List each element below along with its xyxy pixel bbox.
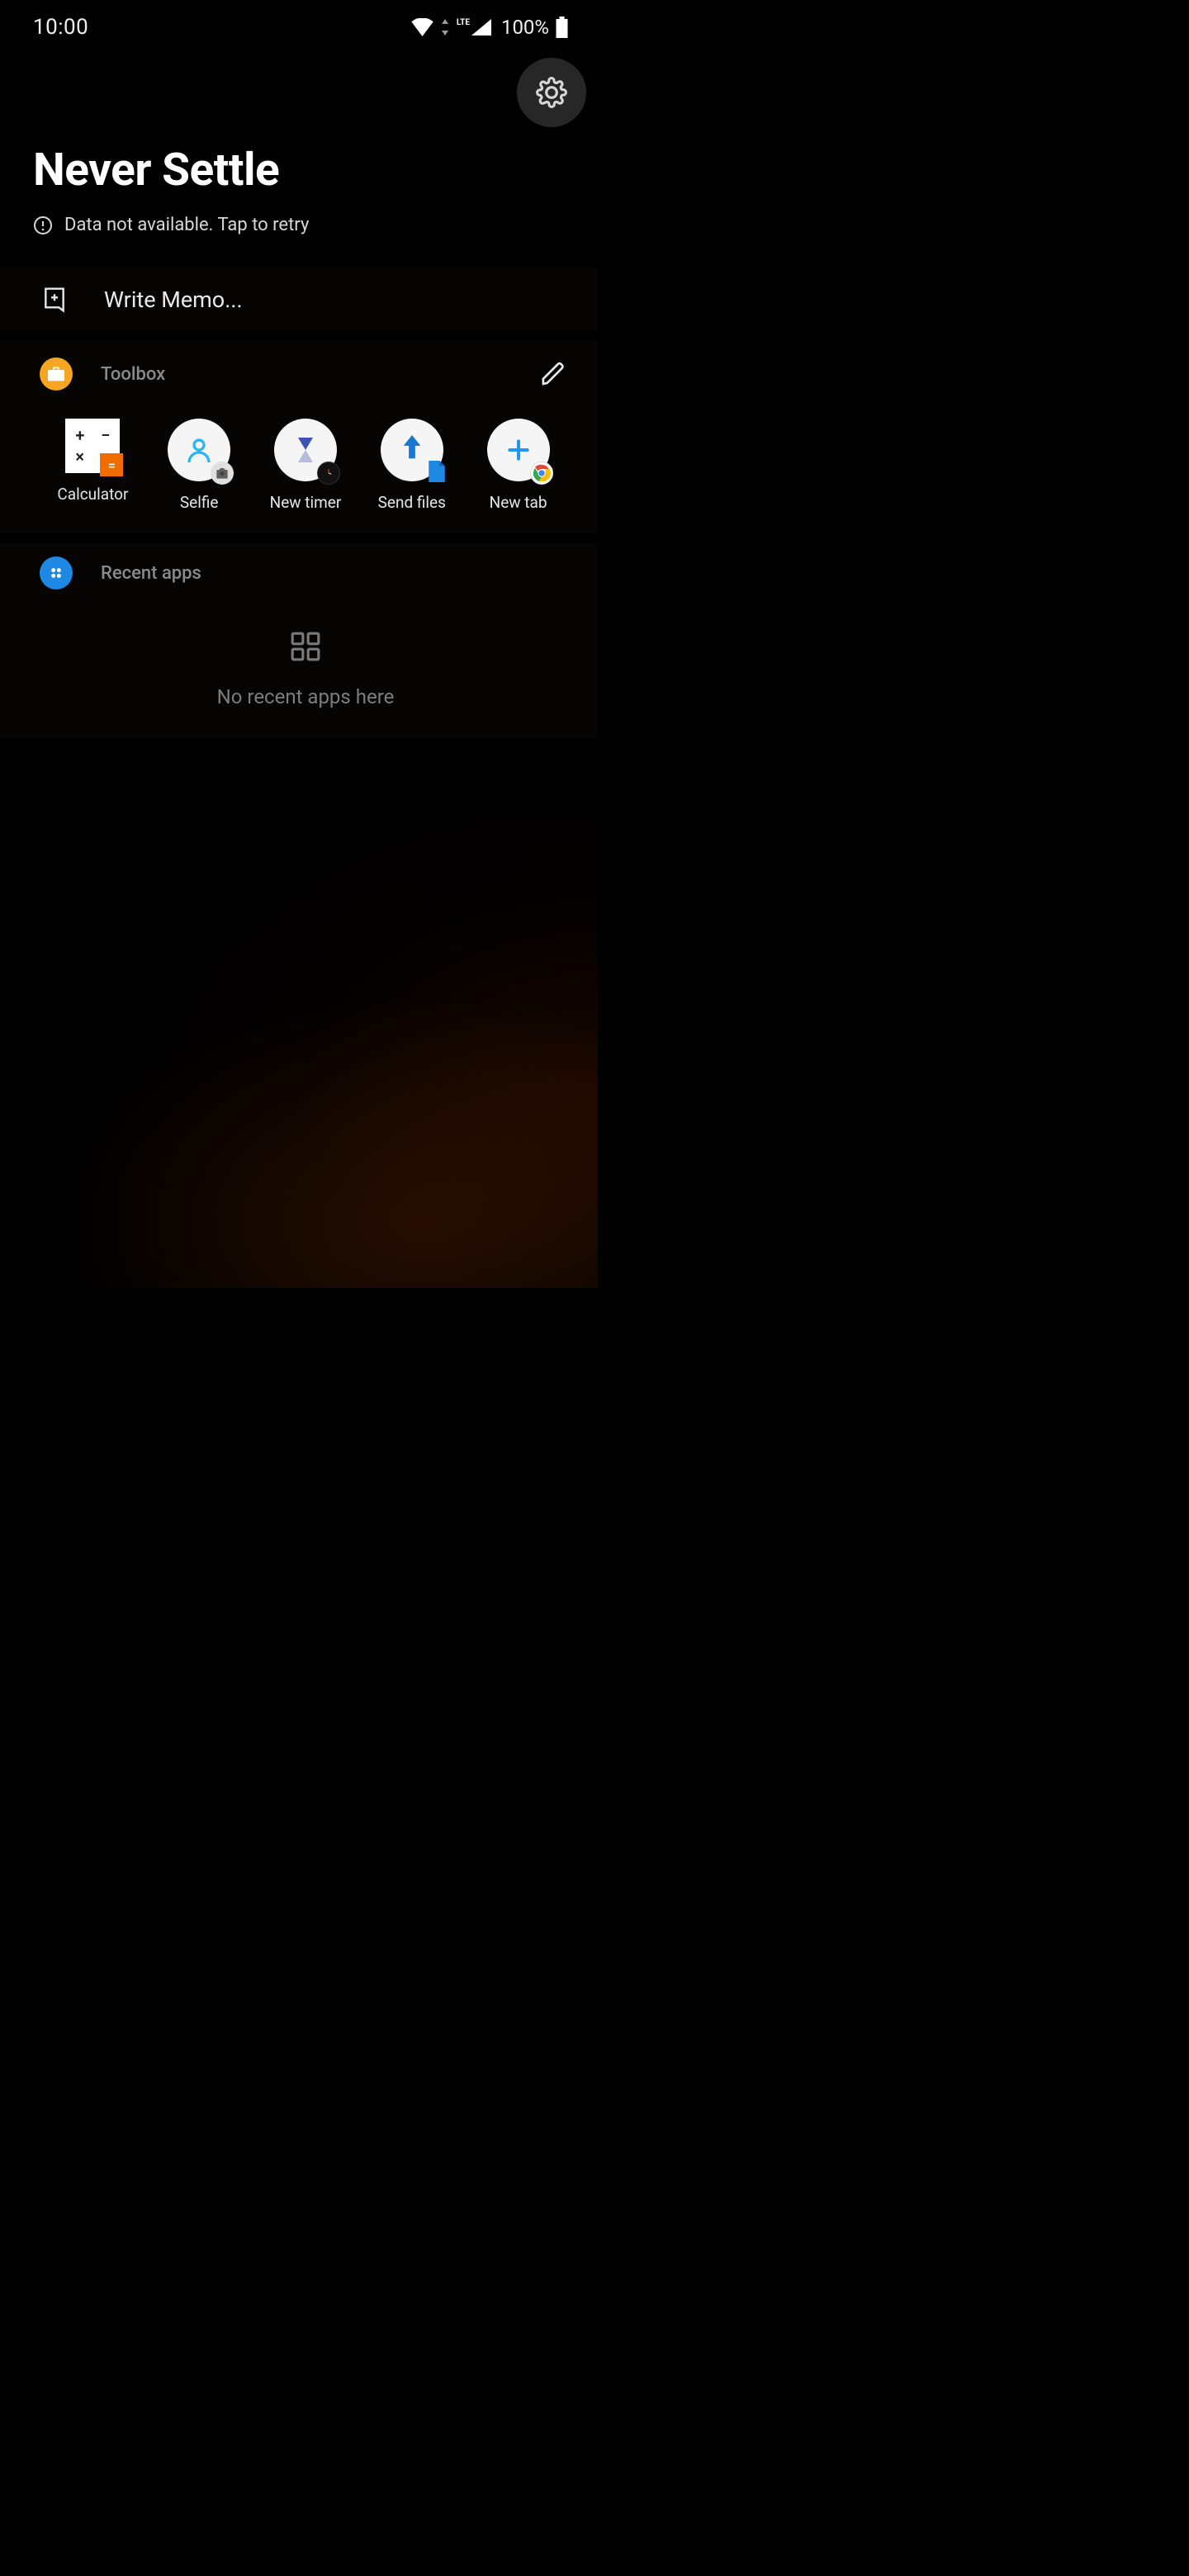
settings-button[interactable] bbox=[517, 58, 586, 127]
toolbox-item-new-tab[interactable]: New tab bbox=[465, 419, 571, 512]
status-icons: LTE 100% bbox=[411, 16, 568, 39]
calculator-icon: +−× bbox=[65, 419, 120, 473]
cellular-icon bbox=[471, 19, 491, 36]
retry-banner[interactable]: Data not available. Tap to retry bbox=[33, 215, 565, 235]
toolbox-title: Toolbox bbox=[101, 364, 165, 385]
clock-badge-icon bbox=[322, 466, 335, 480]
apps-grid-icon bbox=[290, 631, 321, 662]
recent-apps-card: Recent apps No recent apps here bbox=[0, 543, 598, 738]
recent-apps-badge-icon bbox=[40, 556, 73, 590]
recent-apps-empty-text: No recent apps here bbox=[217, 685, 395, 708]
timer-icon bbox=[274, 419, 337, 481]
status-time: 10:00 bbox=[33, 15, 88, 40]
pencil-icon bbox=[540, 361, 566, 387]
toolbox-item-send-files[interactable]: Send files bbox=[358, 419, 465, 512]
toolbox-item-calculator[interactable]: +−× Calculator bbox=[40, 419, 146, 512]
data-arrows-icon bbox=[440, 19, 450, 36]
file-badge-icon bbox=[429, 461, 445, 482]
memo-icon bbox=[41, 286, 68, 313]
new-tab-icon bbox=[487, 419, 550, 481]
toolbox-item-label: New timer bbox=[270, 493, 342, 512]
toolbox-item-label: Send files bbox=[378, 493, 446, 512]
edit-toolbox-button[interactable] bbox=[535, 356, 571, 392]
chrome-badge-icon bbox=[533, 464, 551, 482]
toolbox-card: Toolbox +−× Calculator Selfie bbox=[0, 341, 598, 533]
recent-apps-title: Recent apps bbox=[101, 563, 201, 584]
toolbox-item-label: Selfie bbox=[180, 493, 219, 512]
status-bar: 10:00 LTE 100% bbox=[0, 0, 598, 48]
gear-icon bbox=[536, 77, 567, 108]
toolbox-items: +−× Calculator Selfie New timer bbox=[40, 419, 571, 512]
page-title: Never Settle bbox=[33, 144, 565, 197]
battery-icon bbox=[556, 17, 568, 38]
recent-apps-empty: No recent apps here bbox=[40, 631, 571, 708]
selfie-icon bbox=[168, 419, 230, 481]
send-files-icon bbox=[381, 419, 443, 481]
toolbox-item-new-timer[interactable]: New timer bbox=[253, 419, 359, 512]
memo-placeholder: Write Memo... bbox=[104, 286, 243, 313]
toolbox-header: Toolbox bbox=[40, 356, 571, 392]
shelf-header: Never Settle Data not available. Tap to … bbox=[0, 48, 598, 258]
toolbox-item-label: Calculator bbox=[57, 485, 128, 504]
retry-text: Data not available. Tap to retry bbox=[64, 215, 309, 235]
wifi-icon bbox=[411, 18, 433, 36]
recent-apps-header: Recent apps bbox=[40, 556, 571, 590]
camera-badge-icon bbox=[216, 467, 229, 479]
battery-percent: 100% bbox=[501, 16, 549, 39]
memo-card[interactable]: Write Memo... bbox=[0, 268, 598, 331]
toolbox-item-label: New tab bbox=[490, 493, 547, 512]
toolbox-item-selfie[interactable]: Selfie bbox=[146, 419, 253, 512]
toolbox-badge-icon bbox=[40, 358, 73, 391]
alert-circle-icon bbox=[33, 215, 53, 235]
network-type: LTE bbox=[457, 18, 470, 27]
